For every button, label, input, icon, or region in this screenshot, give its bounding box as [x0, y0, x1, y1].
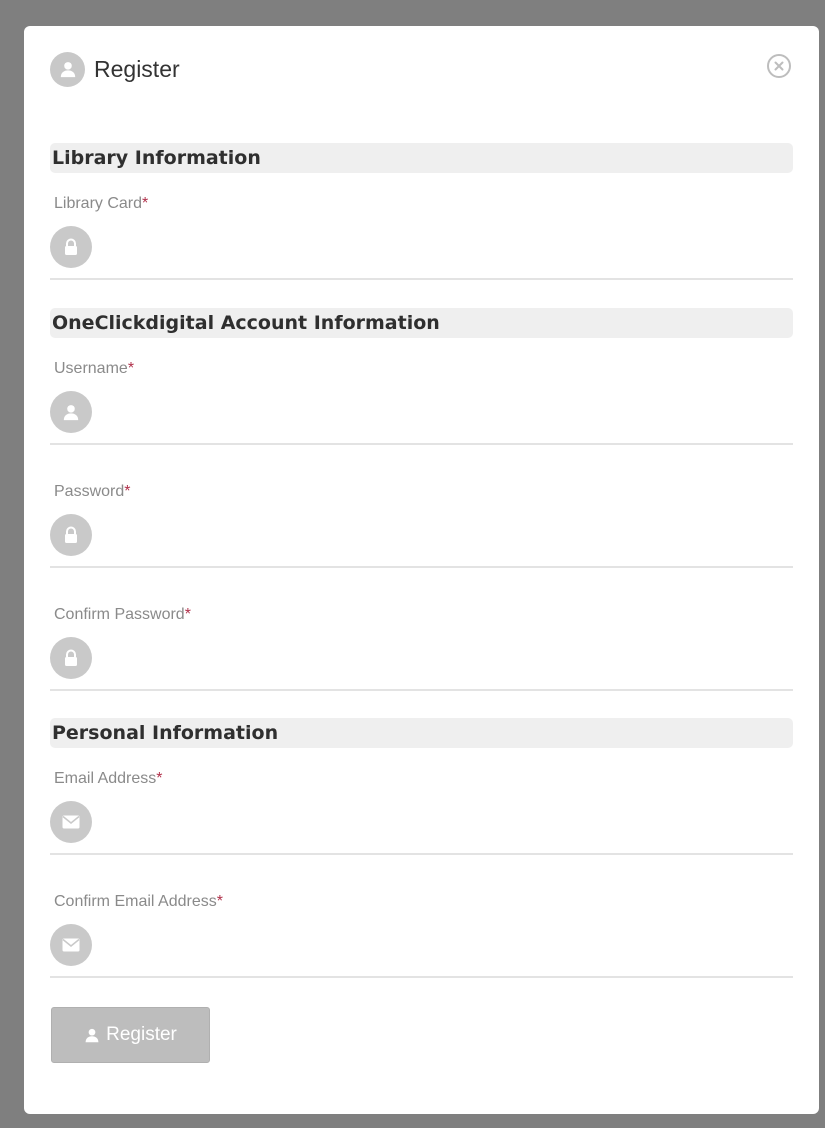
- confirm-email-input-row: [50, 923, 793, 967]
- section-account-information: OneClickdigital Account Information: [50, 308, 793, 338]
- email-input-row: [50, 800, 793, 844]
- required-marker: *: [127, 360, 135, 377]
- confirm-password-input-row: [50, 636, 793, 680]
- required-marker: *: [156, 770, 163, 787]
- username-input-row: [50, 390, 793, 434]
- lock-icon: [50, 226, 92, 268]
- password-input-row: [50, 513, 793, 557]
- confirm-password-input[interactable]: [100, 637, 793, 679]
- user-icon: [50, 51, 85, 87]
- field-divider: [50, 689, 793, 691]
- user-icon: [85, 1028, 99, 1043]
- field-divider: [50, 443, 793, 445]
- field-divider: [50, 976, 793, 978]
- email-input[interactable]: [100, 801, 793, 843]
- close-button[interactable]: [767, 54, 791, 78]
- section-personal-information: Personal Information: [50, 718, 793, 748]
- register-button-label: Register: [106, 1024, 177, 1045]
- dialog-header: Register: [50, 50, 180, 88]
- confirm-email-label: Confirm Email Address*: [54, 893, 223, 910]
- library-card-input-row: [50, 225, 793, 269]
- library-card-label: Library Card*: [54, 195, 149, 212]
- password-input[interactable]: [100, 514, 793, 556]
- field-divider: [50, 278, 793, 280]
- username-input[interactable]: [100, 391, 793, 433]
- required-marker: *: [124, 483, 131, 500]
- field-divider: [50, 566, 793, 568]
- register-button[interactable]: Register: [51, 1007, 210, 1063]
- password-label: Password*: [54, 483, 131, 500]
- field-divider: [50, 853, 793, 855]
- section-library-information: Library Information: [50, 143, 793, 173]
- lock-icon: [50, 637, 92, 679]
- confirm-email-input[interactable]: [100, 924, 793, 966]
- dialog-title: Register: [94, 55, 180, 82]
- required-marker: *: [142, 195, 149, 212]
- confirm-password-label: Confirm Password*: [54, 606, 191, 623]
- user-icon: [50, 391, 92, 433]
- envelope-icon: [50, 924, 92, 966]
- required-marker: *: [216, 893, 223, 910]
- library-card-input[interactable]: [100, 226, 793, 268]
- section-title: Personal Information: [52, 722, 279, 744]
- envelope-icon: [50, 801, 92, 843]
- section-title: Library Information: [52, 147, 261, 169]
- register-dialog: Register Library Information Library Car…: [24, 26, 819, 1114]
- required-marker: *: [184, 606, 191, 623]
- username-label: Username*: [54, 360, 135, 377]
- lock-icon: [50, 514, 92, 556]
- close-icon: [774, 61, 784, 71]
- section-title: OneClickdigital Account Information: [52, 312, 440, 334]
- email-label: Email Address*: [54, 770, 163, 787]
